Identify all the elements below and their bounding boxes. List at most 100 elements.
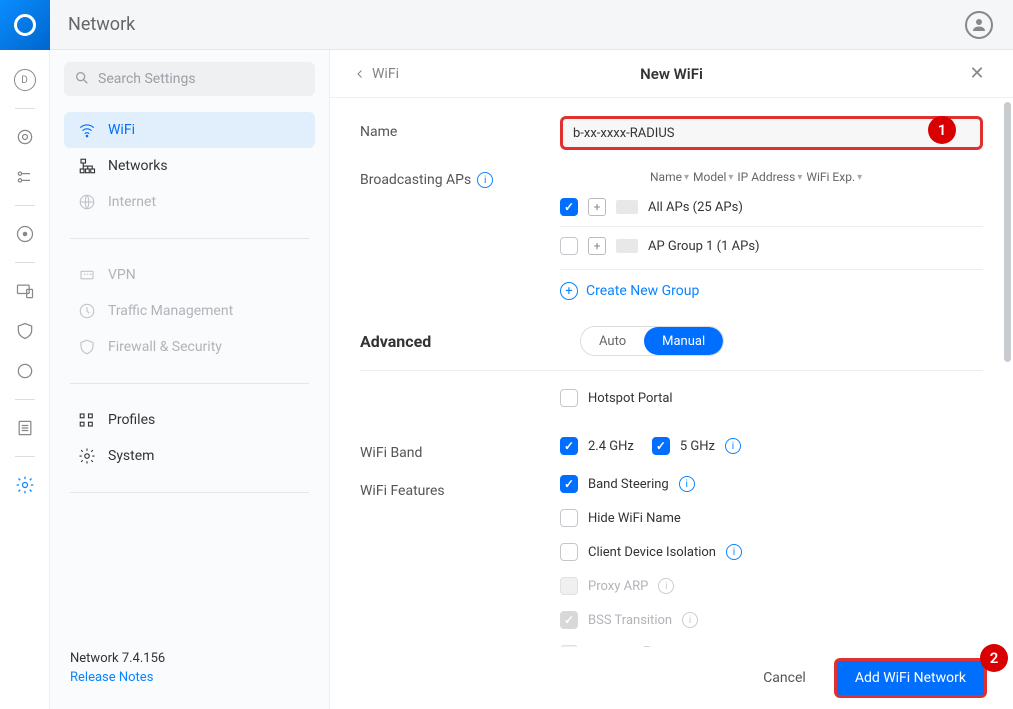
band-24-label: 2.4 GHz [588, 439, 634, 454]
advanced-heading: Advanced [360, 332, 560, 351]
app-logo [0, 0, 50, 50]
ap-group-checkbox[interactable] [560, 198, 578, 216]
band-5-checkbox[interactable] [652, 437, 670, 455]
content-pane: WiFi New WiFi ✕ Name Broadcasting APs i … [330, 50, 1013, 709]
rail-devices-icon[interactable] [7, 273, 43, 309]
rail-topology-icon[interactable] [7, 119, 43, 155]
left-rail: D [0, 50, 50, 709]
expand-icon[interactable]: + [588, 237, 606, 255]
segment-manual[interactable]: Manual [644, 327, 723, 355]
ap-group-row[interactable]: + AP Group 1 (1 APs) [560, 226, 983, 261]
chevron-down-icon: ▾ [728, 172, 733, 183]
features-label: WiFi Features [360, 475, 560, 499]
segment-auto[interactable]: Auto [581, 327, 644, 355]
wifi-icon [78, 121, 96, 139]
chevron-down-icon: ▾ [684, 172, 689, 183]
bss-checkbox [560, 611, 578, 629]
rail-insights-icon[interactable] [7, 353, 43, 389]
back-button[interactable]: WiFi [354, 66, 399, 82]
band-steering-label: Band Steering [588, 477, 669, 492]
nav-system[interactable]: System [64, 438, 315, 474]
traffic-icon [78, 302, 96, 320]
rail-security-icon[interactable] [7, 313, 43, 349]
nav-firewall[interactable]: Firewall & Security [64, 329, 315, 365]
band-label: WiFi Band [360, 437, 560, 461]
nav-label: VPN [108, 267, 136, 283]
expand-icon[interactable]: + [588, 198, 606, 216]
nav-label: System [108, 448, 154, 464]
search-input[interactable] [64, 62, 315, 96]
chevron-left-icon [354, 68, 366, 80]
nav-label: Networks [108, 158, 168, 174]
content-topbar: WiFi New WiFi ✕ [330, 50, 1013, 98]
nav-profiles[interactable]: Profiles [64, 402, 315, 438]
back-label: WiFi [372, 66, 399, 82]
vpn-icon [78, 266, 96, 284]
settings-sidebar: WiFi Networks Internet VPN Traffic Manag… [50, 50, 330, 709]
ap-table-header: Name ▾ Model ▾ IP Address ▾ WiFi Exp. ▾ [560, 164, 983, 192]
add-wifi-button[interactable]: Add WiFi Network [834, 658, 987, 698]
band-steering-checkbox[interactable] [560, 475, 578, 493]
band-24-checkbox[interactable] [560, 437, 578, 455]
rail-settings-icon[interactable] [7, 467, 43, 503]
isolation-label: Client Device Isolation [588, 545, 716, 560]
ap-group-checkbox[interactable] [560, 237, 578, 255]
profiles-icon [78, 411, 96, 429]
networks-icon [78, 157, 96, 175]
close-button[interactable]: ✕ [965, 63, 989, 84]
hotspot-checkbox[interactable] [560, 389, 578, 407]
action-bar: Cancel Add WiFi Network [330, 647, 1013, 709]
rail-dashboard-icon[interactable]: D [7, 62, 43, 98]
rail-radios-icon[interactable] [7, 216, 43, 252]
nav-vpn[interactable]: VPN [64, 257, 315, 293]
broadcast-label: Broadcasting APs [360, 172, 471, 188]
nav-traffic[interactable]: Traffic Management [64, 293, 315, 329]
mode-segment: Auto Manual [580, 326, 724, 356]
band-5-label: 5 GHz [680, 439, 715, 454]
header-title: Network [68, 14, 135, 35]
hide-name-checkbox[interactable] [560, 509, 578, 527]
info-icon[interactable]: i [477, 172, 493, 188]
release-notes-link[interactable]: Release Notes [70, 670, 309, 685]
nav-label: Profiles [108, 412, 155, 428]
create-group-button[interactable]: + Create New Group [560, 269, 983, 300]
user-avatar-icon[interactable] [965, 11, 993, 39]
chevron-down-icon: ▾ [797, 172, 802, 183]
nav-wifi[interactable]: WiFi [64, 112, 315, 148]
plus-circle-icon: + [560, 282, 578, 300]
search-icon [74, 70, 90, 90]
annotation-callout-2: 2 [980, 644, 1008, 672]
cancel-button[interactable]: Cancel [751, 662, 818, 694]
isolation-checkbox[interactable] [560, 543, 578, 561]
hide-name-label: Hide WiFi Name [588, 511, 681, 526]
ap-group-label: AP Group 1 (1 APs) [648, 239, 760, 254]
app-header: Network [0, 0, 1013, 50]
hotspot-label: Hotspot Portal [588, 391, 673, 406]
info-icon[interactable]: i [726, 544, 742, 560]
gear-icon [78, 447, 96, 465]
version-text: Network 7.4.156 [70, 651, 309, 666]
info-icon[interactable]: i [679, 476, 695, 492]
nav-internet[interactable]: Internet [64, 184, 315, 220]
scrollbar-thumb[interactable] [1004, 102, 1011, 362]
nav-label: Firewall & Security [108, 339, 222, 355]
rail-logs-icon[interactable] [7, 410, 43, 446]
name-label: Name [360, 116, 560, 140]
wifi-name-input[interactable] [560, 116, 983, 150]
nav-label: Internet [108, 194, 156, 210]
ap-group-label: All APs (25 APs) [648, 200, 743, 215]
rail-ports-icon[interactable] [7, 159, 43, 195]
nav-networks[interactable]: Networks [64, 148, 315, 184]
proxy-arp-checkbox [560, 577, 578, 595]
info-icon[interactable]: i [725, 438, 741, 454]
ap-group-row[interactable]: + All APs (25 APs) [560, 192, 983, 222]
page-title: New WiFi [640, 65, 703, 83]
annotation-callout-1: 1 [928, 116, 956, 144]
globe-icon [78, 193, 96, 211]
nav-label: Traffic Management [108, 303, 233, 319]
ap-device-icon [616, 239, 638, 253]
chevron-down-icon: ▾ [857, 172, 862, 183]
nav-label: WiFi [108, 122, 135, 138]
shield-icon [78, 338, 96, 356]
ap-device-icon [616, 200, 638, 214]
